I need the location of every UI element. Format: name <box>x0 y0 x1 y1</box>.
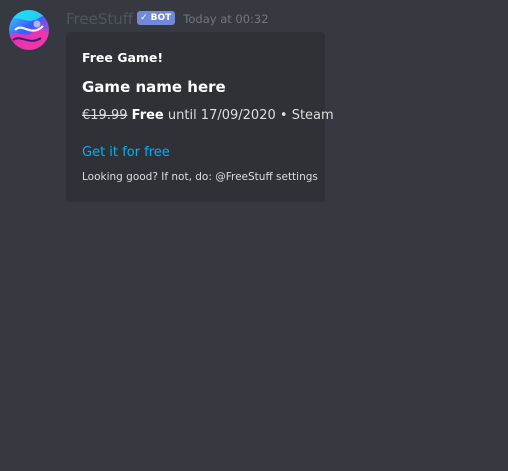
until-date: until 17/09/2020 <box>167 108 276 123</box>
message-timestamp[interactable]: Today at 00:32 <box>183 12 268 26</box>
abstract-avatar-icon[interactable] <box>9 10 49 50</box>
author-username[interactable]: FreeStuff <box>66 10 133 28</box>
message-header: FreeStuff ✓ BOT Today at 00:32 <box>66 9 269 29</box>
checkmark-icon: ✓ <box>140 13 148 23</box>
get-it-free-link[interactable]: Get it for free <box>82 145 170 160</box>
bot-tag-label: BOT <box>150 13 172 23</box>
bot-tag: ✓ BOT <box>137 11 176 25</box>
separator-dot: • <box>279 108 288 123</box>
embed-footer: Looking good? If not, do: @FreeStuff set… <box>82 171 318 183</box>
chat-message: FreeStuff ✓ BOT Today at 00:32 Free Game… <box>0 0 508 471</box>
free-label: Free <box>131 108 164 123</box>
store-name: Steam <box>291 108 334 123</box>
message-embed: Free Game! Game name here €19.99 Free un… <box>66 32 334 202</box>
embed-author: Free Game! <box>82 50 164 65</box>
embed-title: Game name here <box>82 78 226 96</box>
old-price: €19.99 <box>82 108 128 123</box>
embed-description: €19.99 Free until 17/09/2020 • Steam <box>82 108 334 123</box>
